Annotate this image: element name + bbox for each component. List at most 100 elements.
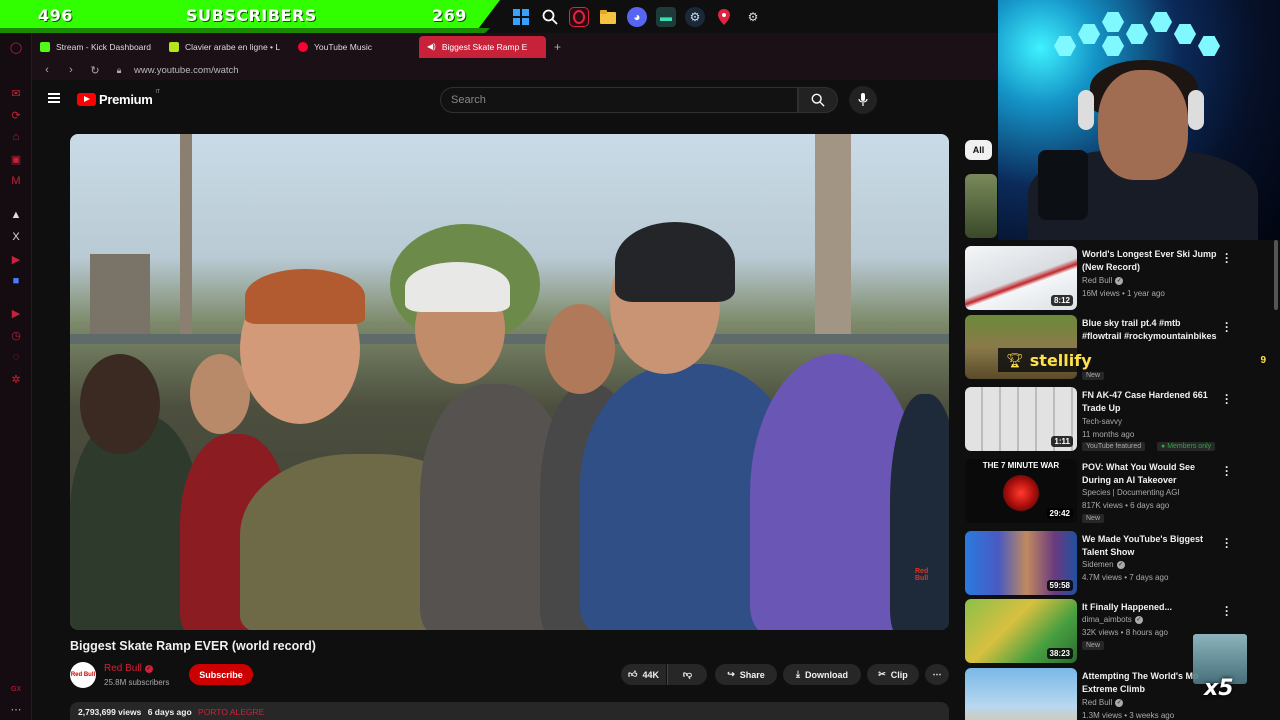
duration-badge: 8:12 <box>1050 295 1073 306</box>
bookmark-icon[interactable]: M <box>8 173 24 189</box>
webcam-overlay <box>998 0 1280 240</box>
discord-icon[interactable]: ◕ <box>627 6 647 27</box>
clip-button[interactable]: ✂ Clip <box>867 664 919 685</box>
gx-icon[interactable]: GX <box>8 681 24 697</box>
more-options-icon[interactable]: · · · <box>1223 461 1231 481</box>
kick-icon <box>40 41 50 52</box>
forward-icon[interactable]: › <box>62 64 80 76</box>
more-options-icon[interactable]: · · · <box>1223 533 1231 553</box>
reload-icon[interactable]: ↻ <box>86 64 104 77</box>
hex-light <box>1174 24 1196 44</box>
scrollbar-thumb[interactable] <box>1274 240 1278 310</box>
tab-youtube-music[interactable]: YouTube Music <box>290 36 415 58</box>
file-explorer-icon[interactable] <box>598 7 618 27</box>
location-tag[interactable]: PORTO ALEGRE <box>198 707 264 717</box>
more-icon: ⋯ <box>932 669 942 679</box>
tab-kick[interactable]: Stream - Kick Dashboard <box>32 36 157 58</box>
x-icon[interactable]: X <box>8 229 24 245</box>
subscribe-button[interactable]: Subscribe <box>189 664 253 685</box>
new-badge: New <box>1082 514 1105 523</box>
upload-age: 6 days ago <box>147 707 192 717</box>
screen: 496 SUBSCRIBERS 269 ◕ ▬ ⚙ ⚙ ◯ ✉ ⟳ ⌂ ▣ M … <box>0 0 1280 720</box>
steam-icon[interactable]: ⚙ <box>685 6 705 27</box>
hex-light <box>1150 12 1172 32</box>
like-button[interactable]: 👍︎ 44K <box>621 664 666 685</box>
hex-light <box>1102 12 1124 32</box>
verified-icon: ✓ <box>1115 698 1124 707</box>
channel: Species | Documenting AGI <box>1082 488 1180 497</box>
more-options-icon[interactable]: · · · <box>1223 248 1231 268</box>
video-title: Blue sky trail pt.4 #mtb #flowtrail #roc… <box>1082 318 1217 341</box>
tab-clavier[interactable]: Clavier arabe en ligne • L <box>161 36 286 58</box>
opera-gx-icon[interactable] <box>569 6 589 27</box>
channel: Red Bull ✓ <box>1082 698 1124 707</box>
trophy-icon: 🏆︎ <box>1006 351 1024 368</box>
ai-icon[interactable]: ▲ <box>8 207 24 223</box>
back-icon[interactable]: ‹ <box>38 64 56 76</box>
tab-active-video[interactable]: ◀) Biggest Skate Ramp E <box>419 35 546 58</box>
url-text[interactable]: www.youtube.com/watch <box>134 65 239 76</box>
share-button[interactable]: ↪ Share <box>715 664 777 685</box>
recommendation-item[interactable]: 59:58 We Made YouTube's Biggest Talent S… <box>965 531 1265 595</box>
youtube-icon[interactable]: ▶ <box>8 251 24 267</box>
person-head <box>80 354 160 454</box>
hamburger-menu-icon[interactable] <box>48 93 60 103</box>
more-actions-button[interactable]: ⋯ <box>925 664 949 685</box>
app-icon[interactable]: ▬ <box>656 6 676 27</box>
search-input[interactable] <box>441 88 797 112</box>
history-icon[interactable]: ⟳ <box>8 107 24 123</box>
recommendation-item[interactable]: THE 7 MINUTE WAR 29:42 POV: What You Wou… <box>965 459 1265 523</box>
search-icon[interactable] <box>540 7 560 27</box>
members-icon: ● <box>1161 443 1166 450</box>
new-tab-button[interactable]: + <box>554 40 561 54</box>
tab-label: YouTube Music <box>314 41 372 52</box>
dislike-button[interactable]: 👎︎ <box>667 664 707 685</box>
download-button[interactable]: ⤓ Download <box>783 664 861 685</box>
video-meta: 1.3M views • 3 weeks ago <box>1082 711 1175 720</box>
voice-search-button[interactable] <box>849 86 877 114</box>
gear-icon[interactable]: ✲ <box>8 371 24 387</box>
video-meta: 4.7M views • 7 days ago <box>1082 573 1169 582</box>
windows-start-icon[interactable] <box>511 7 531 27</box>
goal-left-count: 496 <box>38 6 73 25</box>
stellify-name: stellify <box>1029 350 1092 370</box>
clock-icon[interactable]: ◷ <box>8 327 24 343</box>
more-options-icon[interactable]: · · · <box>1223 389 1231 409</box>
more-icon[interactable]: ⋯ <box>8 701 24 717</box>
hair <box>245 269 365 324</box>
hex-light <box>1198 36 1220 56</box>
recommendation-item[interactable]: 1:11 FN AK-47 Case Hardened 661 Trade Up… <box>965 387 1265 453</box>
shop-icon[interactable]: ⌂ <box>8 129 24 145</box>
shield-icon[interactable]: ■ <box>8 273 24 289</box>
filter-chip-all[interactable]: All <box>965 140 992 160</box>
video-title: We Made YouTube's Biggest Talent Show <box>1082 534 1203 557</box>
multiplier-badge: x5 <box>1204 676 1234 701</box>
youtube-logo[interactable]: Premium IT <box>77 89 160 107</box>
twitch-icon[interactable]: ▣ <box>8 151 24 167</box>
description-box[interactable]: 2,793,699 views 6 days ago PORTO ALEGRE <box>70 702 949 720</box>
settings-icon[interactable]: ⚙ <box>743 7 763 27</box>
recommendation-item[interactable]: 8:12 World's Longest Ever Ski Jump (New … <box>965 246 1265 310</box>
channel: Tech-savvy <box>1082 417 1122 426</box>
opera-menu-icon[interactable]: ◯ <box>8 39 24 55</box>
channel-name[interactable]: Red Bull ✓ <box>104 663 153 674</box>
verified-icon: ✓ <box>1116 560 1125 569</box>
search-button[interactable] <box>798 87 838 113</box>
microphone <box>1038 150 1088 220</box>
more-options-icon[interactable]: · · · <box>1223 601 1231 621</box>
chat-icon[interactable]: ◌ <box>8 349 24 365</box>
taskbar: ◕ ▬ ⚙ ⚙ <box>505 0 785 33</box>
video-player[interactable]: Red Bull <box>70 134 949 630</box>
channel-name-text: Red Bull <box>104 663 142 674</box>
more-options-icon[interactable]: · · · <box>1223 317 1231 337</box>
thumbnail-partial[interactable] <box>965 174 997 238</box>
person-head <box>545 304 615 394</box>
channel-name: dima_aimbots <box>1082 615 1132 624</box>
messenger-icon[interactable]: ✉ <box>8 85 24 101</box>
thumbnail: THE 7 MINUTE WAR 29:42 <box>965 459 1077 523</box>
thumbs-up-icon: 👍︎ <box>628 669 638 679</box>
player-icon[interactable]: ▶ <box>8 305 24 321</box>
channel-avatar[interactable]: Red Bull <box>70 662 96 688</box>
hex-light <box>1102 36 1124 56</box>
location-pin-icon[interactable] <box>714 7 734 27</box>
